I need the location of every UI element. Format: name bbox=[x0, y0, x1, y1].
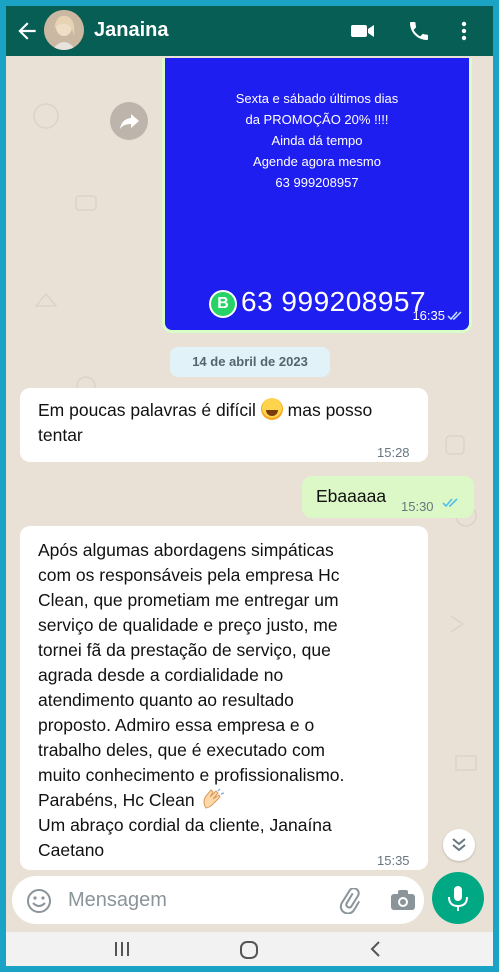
message-line: Após algumas abordagens simpáticas bbox=[38, 540, 334, 560]
message-line: agrada desde a cordialidade no bbox=[38, 665, 284, 685]
message-line: Caetano bbox=[38, 840, 105, 860]
avatar-photo bbox=[44, 10, 84, 50]
chat-screen: Janaina Sexta e sábado últimos dias da P… bbox=[6, 6, 493, 966]
message-time: 15:35 bbox=[377, 853, 410, 868]
promo-line: 63 999208957 bbox=[275, 175, 359, 190]
message-line: serviço de qualidade e preço justo, me bbox=[38, 615, 338, 635]
message-input-bar: Mensagem bbox=[12, 876, 424, 924]
system-navigation-bar bbox=[6, 932, 493, 966]
more-options-icon[interactable] bbox=[456, 19, 472, 43]
double-chevron-down-icon bbox=[452, 838, 466, 852]
read-ticks-icon bbox=[447, 311, 462, 321]
contact-name[interactable]: Janaina bbox=[94, 19, 168, 42]
promo-line: Ainda dá tempo bbox=[271, 133, 363, 148]
date-separator: 14 de abril de 2023 bbox=[170, 347, 330, 377]
message-text: Ebaaaaa bbox=[316, 486, 387, 506]
message-line: com os responsáveis pela empresa Hc bbox=[38, 565, 340, 585]
promo-line: Sexta e sábado últimos dias bbox=[235, 91, 399, 106]
message-line-with-emoji: Parabéns, Hc Clean bbox=[38, 788, 420, 813]
video-call-icon[interactable] bbox=[350, 19, 376, 43]
whatsapp-business-logo-icon: B bbox=[209, 290, 237, 318]
clapping-hands-emoji-icon bbox=[203, 788, 224, 809]
back-arrow-icon[interactable] bbox=[14, 18, 40, 44]
message-line: Parabéns, Hc Clean bbox=[38, 790, 195, 810]
avatar[interactable] bbox=[44, 10, 84, 50]
microphone-icon bbox=[448, 886, 468, 911]
back-nav-icon[interactable] bbox=[368, 940, 384, 958]
home-icon[interactable] bbox=[238, 940, 260, 960]
forward-icon bbox=[120, 114, 139, 129]
message-line: proposto. Admiro essa empresa e o bbox=[38, 715, 315, 735]
message-text-part: Em poucas palavras é difícil bbox=[38, 400, 256, 420]
incoming-message[interactable]: Em poucas palavras é difícil mas posso t… bbox=[20, 388, 428, 462]
recent-apps-icon[interactable] bbox=[112, 940, 132, 958]
message-time: 16:35 bbox=[412, 308, 445, 323]
voice-call-icon[interactable] bbox=[406, 19, 432, 43]
laughing-tears-emoji-icon bbox=[260, 398, 283, 420]
attachment-clip-icon[interactable] bbox=[338, 888, 362, 914]
voice-message-button[interactable] bbox=[432, 872, 484, 924]
promo-image-message[interactable]: Sexta e sábado últimos dias da PROMOÇÃO … bbox=[162, 58, 472, 333]
chat-header: Janaina bbox=[6, 6, 493, 56]
promo-line: Agende agora mesmo bbox=[253, 154, 381, 169]
message-line: Clean, que prometiam me entregar um bbox=[38, 590, 339, 610]
message-time: 15:30 bbox=[401, 499, 434, 514]
read-ticks-icon bbox=[442, 498, 458, 508]
outgoing-message[interactable]: Ebaaaaa 15:30 bbox=[302, 476, 474, 518]
promo-phone-number: 63 999208957 bbox=[241, 286, 427, 317]
incoming-message[interactable]: Após algumas abordagens simpáticas com o… bbox=[20, 526, 428, 870]
emoji-icon[interactable] bbox=[26, 888, 52, 914]
message-line: muito conhecimento e profissionalismo. bbox=[38, 765, 345, 785]
promo-text: Sexta e sábado últimos dias da PROMOÇÃO … bbox=[165, 88, 469, 193]
message-line: tornei fã da prestação de serviço, que bbox=[38, 640, 331, 660]
message-text: Em poucas palavras é difícil mas posso t… bbox=[38, 398, 398, 448]
camera-icon[interactable] bbox=[390, 889, 416, 911]
message-line: atendimento quanto ao resultado bbox=[38, 690, 294, 710]
message-line: trabalho deles, que é executado com bbox=[38, 740, 325, 760]
message-time: 15:28 bbox=[377, 445, 410, 460]
message-text: Após algumas abordagens simpáticas com o… bbox=[38, 538, 420, 863]
wa-badge-letter: B bbox=[217, 295, 229, 312]
message-line: Um abraço cordial da cliente, Janaína bbox=[38, 815, 332, 835]
promo-line: da PROMOÇÃO 20% !!!! bbox=[245, 112, 389, 127]
message-input[interactable]: Mensagem bbox=[68, 889, 167, 912]
scroll-to-bottom-button[interactable] bbox=[443, 829, 475, 861]
forward-button[interactable] bbox=[110, 102, 148, 140]
